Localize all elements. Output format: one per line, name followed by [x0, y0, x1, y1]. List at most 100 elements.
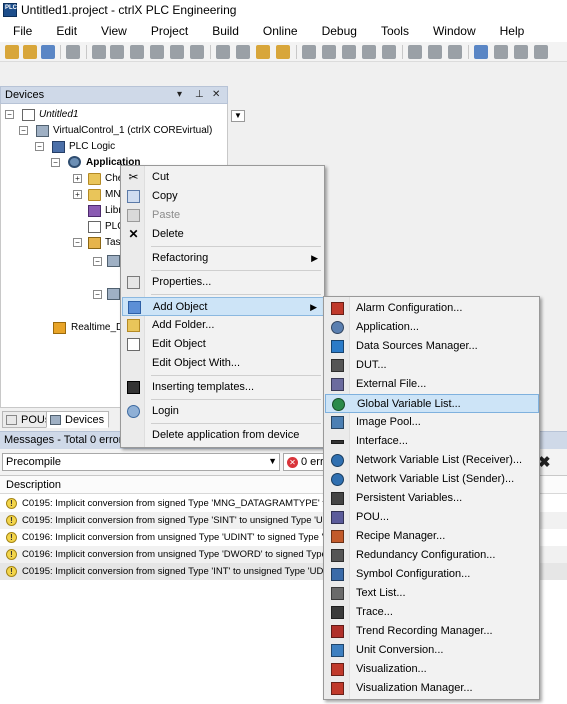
redo-icon[interactable]: [110, 45, 124, 59]
menu-view[interactable]: View: [89, 22, 139, 42]
menu-item-cut[interactable]: ✂ Cut: [122, 168, 324, 187]
submenu-item-external-file[interactable]: External File...: [325, 375, 539, 394]
logout-tool-icon[interactable]: [494, 45, 508, 59]
submenu-item-visualization-manager[interactable]: Visualization Manager...: [325, 679, 539, 698]
dropdown-tool-icon[interactable]: [428, 45, 442, 59]
tree-node-task[interactable]: −: [93, 254, 123, 270]
menu-item-label: Text List...: [356, 587, 406, 599]
submenu-item-interface[interactable]: Interface...: [325, 432, 539, 451]
toolbar-separator: [468, 45, 469, 59]
menu-help[interactable]: Help: [488, 22, 537, 42]
menu-item-label: DUT...: [356, 359, 387, 371]
paste-icon[interactable]: [170, 45, 184, 59]
collapse-icon[interactable]: −: [73, 238, 82, 247]
menu-item-edit-object-with[interactable]: Edit Object With...: [122, 354, 324, 373]
menu-online[interactable]: Online: [251, 22, 310, 42]
copy-icon[interactable]: [150, 45, 164, 59]
submenu-item-redundancy-configuration[interactable]: Redundancy Configuration...: [325, 546, 539, 565]
submenu-item-pou[interactable]: POU...: [325, 508, 539, 527]
dropdown-icon[interactable]: ▾: [177, 89, 182, 100]
close-icon[interactable]: ✕: [212, 89, 220, 100]
open-project-icon[interactable]: [23, 45, 37, 59]
submenu-item-data-sources-manager[interactable]: Data Sources Manager...: [325, 337, 539, 356]
collapse-icon[interactable]: −: [19, 126, 28, 135]
menu-item-paste[interactable]: Paste: [122, 206, 324, 225]
submenu-item-image-pool[interactable]: Image Pool...: [325, 413, 539, 432]
tree-node-project[interactable]: − Untitled1: [5, 107, 205, 123]
menu-item-add-object[interactable]: Add Object ▶: [122, 297, 324, 316]
replace-icon[interactable]: [236, 45, 250, 59]
collapse-icon[interactable]: −: [51, 158, 60, 167]
menu-debug[interactable]: Debug: [310, 22, 369, 42]
menu-edit[interactable]: Edit: [44, 22, 89, 42]
submenu-item-dut[interactable]: DUT...: [325, 356, 539, 375]
submenu-item-visualization[interactable]: Visualization...: [325, 660, 539, 679]
submenu-item-nvl-sender[interactable]: Network Variable List (Sender)...: [325, 470, 539, 489]
menu-item-delete-application[interactable]: Delete application from device: [122, 426, 324, 445]
undo-icon[interactable]: [92, 45, 106, 59]
bookmark-clear-icon[interactable]: [362, 45, 376, 59]
application-gear-icon: [68, 156, 81, 168]
build-icon[interactable]: [408, 45, 422, 59]
new-project-icon[interactable]: [5, 45, 19, 59]
bookmark-prev-icon[interactable]: [342, 45, 356, 59]
pin-icon[interactable]: ⊥: [195, 89, 204, 100]
menu-project[interactable]: Project: [139, 22, 200, 42]
message-category-select[interactable]: Precompile ▼: [2, 453, 280, 471]
collapse-icon[interactable]: −: [93, 257, 102, 266]
properties-tool-icon[interactable]: [448, 45, 462, 59]
menu-item-delete[interactable]: ✕ Delete: [122, 225, 324, 244]
pou-icon: [331, 511, 344, 524]
submenu-item-recipe-manager[interactable]: Recipe Manager...: [325, 527, 539, 546]
submenu-item-trend-recording-manager[interactable]: Trend Recording Manager...: [325, 622, 539, 641]
scroll-down-icon[interactable]: ▼: [231, 110, 245, 122]
submenu-item-application[interactable]: Application...: [325, 318, 539, 337]
interface-icon: [331, 440, 344, 444]
submenu-item-alarm-configuration[interactable]: Alarm Configuration...: [325, 299, 539, 318]
tree-node-plc-logic[interactable]: − PLC Logic: [35, 139, 215, 155]
print-icon[interactable]: [66, 45, 80, 59]
bookmark-icon[interactable]: [302, 45, 316, 59]
submenu-item-symbol-configuration[interactable]: Symbol Configuration...: [325, 565, 539, 584]
bookmark-list-icon[interactable]: [382, 45, 396, 59]
start-tool-icon[interactable]: [514, 45, 528, 59]
save-icon[interactable]: [41, 45, 55, 59]
menu-file[interactable]: File: [0, 22, 44, 42]
collapse-icon[interactable]: −: [35, 142, 44, 151]
find-icon[interactable]: [216, 45, 230, 59]
delete-icon[interactable]: [190, 45, 204, 59]
submenu-item-text-list[interactable]: Text List...: [325, 584, 539, 603]
alarm-config-icon: [331, 302, 344, 315]
submenu-item-trace[interactable]: Trace...: [325, 603, 539, 622]
menu-item-copy[interactable]: Copy: [122, 187, 324, 206]
add-object-icon[interactable]: [256, 45, 270, 59]
collapse-icon[interactable]: −: [5, 110, 14, 119]
menu-item-add-folder[interactable]: Add Folder...: [122, 316, 324, 335]
menu-item-refactoring[interactable]: Refactoring ▶: [122, 249, 324, 268]
tree-node-realtime[interactable]: Realtime_Da: [53, 320, 129, 336]
menu-build[interactable]: Build: [200, 22, 251, 42]
submenu-item-nvl-receiver[interactable]: Network Variable List (Receiver)...: [325, 451, 539, 470]
submenu-item-global-variable-list[interactable]: Global Variable List...: [325, 394, 539, 413]
login-tool-icon[interactable]: [474, 45, 488, 59]
collapse-icon[interactable]: −: [93, 290, 102, 299]
expand-icon[interactable]: +: [73, 174, 82, 183]
menu-item-login[interactable]: Login: [122, 402, 324, 421]
expand-icon[interactable]: +: [73, 190, 82, 199]
tab-devices[interactable]: Devices: [46, 411, 110, 428]
bookmark-next-icon[interactable]: [322, 45, 336, 59]
menu-item-properties[interactable]: Properties...: [122, 273, 324, 292]
menu-window[interactable]: Window: [421, 22, 488, 42]
menu-item-label: Login: [152, 405, 179, 417]
submenu-item-persistent-variables[interactable]: Persistent Variables...: [325, 489, 539, 508]
menu-item-inserting-templates[interactable]: Inserting templates...: [122, 378, 324, 397]
stop-tool-icon[interactable]: [534, 45, 548, 59]
tree-node-task[interactable]: −: [93, 287, 123, 303]
add-folder-icon[interactable]: [276, 45, 290, 59]
tree-node-device[interactable]: − VirtualControl_1 (ctrlX COREvirtual): [19, 123, 229, 139]
library-icon: [88, 205, 101, 217]
menu-item-edit-object[interactable]: Edit Object: [122, 335, 324, 354]
menu-tools[interactable]: Tools: [369, 22, 421, 42]
cut-icon[interactable]: [130, 45, 144, 59]
submenu-item-unit-conversion[interactable]: Unit Conversion...: [325, 641, 539, 660]
